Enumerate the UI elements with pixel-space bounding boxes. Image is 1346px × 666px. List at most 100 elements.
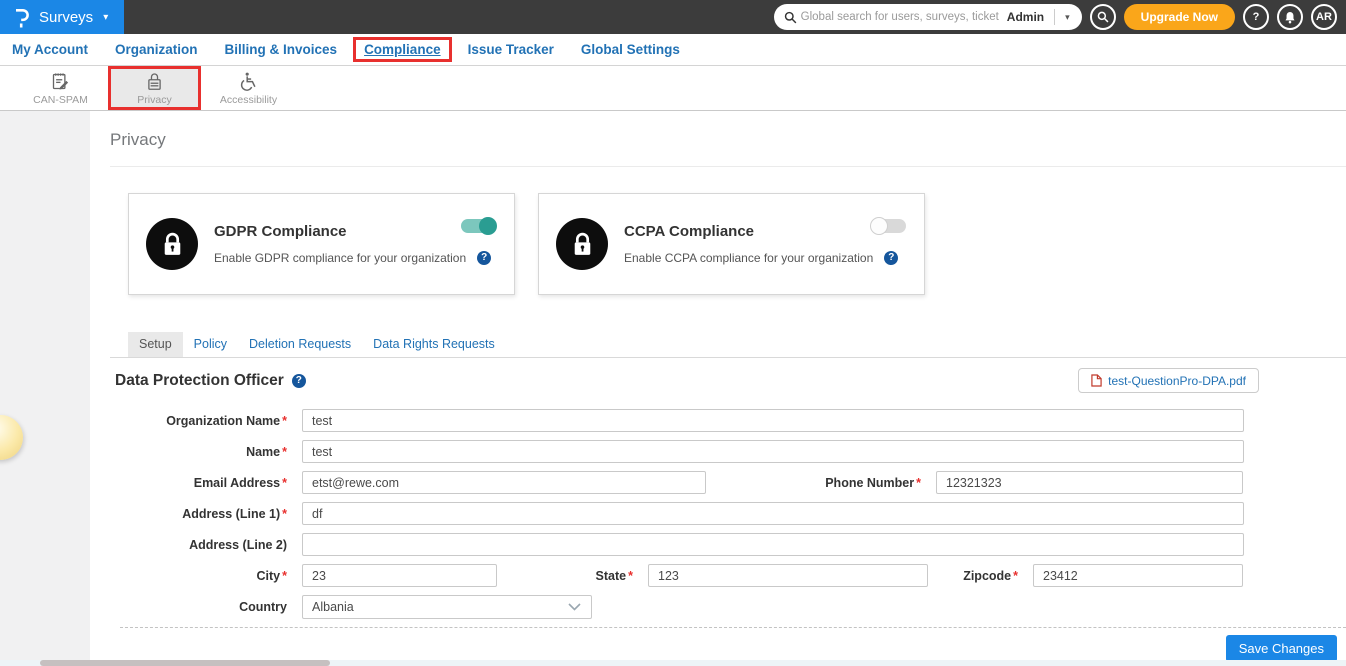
country-selected-value: Albania (312, 600, 354, 614)
save-row: Save Changes (90, 635, 1337, 662)
chevron-down-icon (568, 603, 581, 611)
address-line1-label: Address (Line 1)* (90, 507, 302, 521)
horizontal-scrollbar-thumb[interactable] (40, 660, 330, 666)
card-title: CCPA Compliance (624, 223, 907, 240)
address-line2-field[interactable] (302, 533, 1244, 556)
save-changes-button[interactable]: Save Changes (1226, 635, 1337, 662)
form-row: Email Address* Phone Number* (90, 471, 1346, 494)
horizontal-scrollbar (0, 660, 1346, 666)
toolbar-item-accessibility[interactable]: Accessibility (202, 66, 295, 110)
upgrade-now-button[interactable]: Upgrade Now (1124, 4, 1235, 30)
nav-item-global-settings[interactable]: Global Settings (581, 42, 680, 57)
tab-setup[interactable]: Setup (128, 332, 183, 357)
form-row: Name* (90, 440, 1346, 463)
state-field[interactable] (648, 564, 928, 587)
dpo-help-icon[interactable]: ? (292, 374, 306, 388)
topbar-actions: Admin ▾ Upgrade Now ? AR (774, 4, 1346, 30)
nav-item-organization[interactable]: Organization (115, 42, 198, 57)
dpo-form: Organization Name* Name* Email Address* … (90, 409, 1346, 619)
product-caret-down-icon: ▾ (103, 12, 108, 23)
phone-number-label: Phone Number* (706, 476, 936, 490)
avatar[interactable]: AR (1311, 4, 1337, 30)
gdpr-tabs: Setup Policy Deletion Requests Data Righ… (110, 332, 1346, 358)
nav-item-my-account[interactable]: My Account (12, 42, 88, 57)
wheelchair-icon (238, 71, 259, 92)
card-description-text: Enable CCPA compliance for your organiza… (624, 251, 873, 265)
lock-badge-icon (556, 218, 608, 270)
search-button[interactable] (1090, 4, 1116, 30)
pdf-file-icon (1091, 374, 1102, 387)
dpo-heading: Data Protection Officer ? (115, 372, 306, 390)
tab-deletion-requests[interactable]: Deletion Requests (238, 332, 362, 357)
tab-policy[interactable]: Policy (183, 332, 238, 357)
product-switcher[interactable]: Surveys ▾ (0, 0, 124, 34)
form-row: City* State* Zipcode* (90, 564, 1346, 587)
toolbar-item-label: Privacy (137, 94, 171, 106)
ccpa-help-icon[interactable]: ? (884, 251, 898, 265)
organization-name-field[interactable] (302, 409, 1244, 432)
document-pencil-icon (50, 71, 71, 92)
card-description: Enable GDPR compliance for your organiza… (214, 251, 497, 265)
global-search: Admin ▾ (774, 4, 1082, 30)
city-label: City* (90, 569, 302, 583)
bell-icon (1284, 11, 1296, 24)
state-label: State* (497, 569, 648, 583)
card-body: GDPR Compliance Enable GDPR compliance f… (214, 223, 497, 265)
form-row: Country Albania (90, 595, 1346, 619)
search-scope-caret-icon[interactable]: ▾ (1055, 12, 1082, 23)
nav-item-issue-tracker[interactable]: Issue Tracker (468, 42, 554, 57)
toolbar-item-label: CAN-SPAM (33, 94, 88, 106)
card-body: CCPA Compliance Enable CCPA compliance f… (624, 223, 907, 265)
toolbar-item-label: Accessibility (220, 94, 277, 106)
padlock-icon (145, 71, 164, 92)
dpa-pdf-button[interactable]: test-QuestionPro-DPA.pdf (1078, 368, 1259, 393)
address-line2-label: Address (Line 2) (90, 538, 302, 552)
global-search-input[interactable] (797, 11, 1003, 23)
page-title: Privacy (110, 130, 1346, 150)
card-description: Enable CCPA compliance for your organiza… (624, 251, 907, 265)
dpo-heading-text: Data Protection Officer (115, 372, 284, 390)
form-row: Address (Line 2) (90, 533, 1346, 556)
compliance-cards: GDPR Compliance Enable GDPR compliance f… (128, 193, 1346, 295)
email-address-label: Email Address* (90, 476, 302, 490)
dpo-section-header: Data Protection Officer ? test-QuestionP… (115, 368, 1259, 393)
name-label: Name* (90, 445, 302, 459)
gdpr-toggle[interactable] (461, 219, 496, 233)
privacy-panel: Privacy GDPR Compliance Enable GDPR comp… (90, 111, 1346, 666)
nav-item-billing-invoices[interactable]: Billing & Invoices (225, 42, 338, 57)
card-description-text: Enable GDPR compliance for your organiza… (214, 251, 466, 265)
top-bar: Surveys ▾ Admin ▾ Upgrade Now ? AR (0, 0, 1346, 34)
product-name: Surveys (39, 9, 93, 26)
phone-number-field[interactable] (936, 471, 1243, 494)
toggle-knob (870, 217, 888, 235)
gdpr-help-icon[interactable]: ? (477, 251, 491, 265)
help-button[interactable]: ? (1243, 4, 1269, 30)
toolbar-item-privacy[interactable]: Privacy (108, 66, 201, 110)
toggle-knob (479, 217, 497, 235)
organization-name-label: Organization Name* (90, 414, 302, 428)
name-field[interactable] (302, 440, 1244, 463)
country-label: Country (90, 600, 302, 614)
card-title: GDPR Compliance (214, 223, 497, 240)
notifications-button[interactable] (1277, 4, 1303, 30)
lock-badge-icon (146, 218, 198, 270)
search-icon (784, 11, 797, 24)
form-row: Address (Line 1)* (90, 502, 1346, 525)
tab-data-rights-requests[interactable]: Data Rights Requests (362, 332, 506, 357)
zipcode-field[interactable] (1033, 564, 1243, 587)
questionpro-logo-icon (14, 7, 30, 28)
account-nav: My Account Organization Billing & Invoic… (0, 34, 1346, 66)
form-divider (120, 627, 1346, 628)
gdpr-compliance-card: GDPR Compliance Enable GDPR compliance f… (128, 193, 515, 295)
nav-item-compliance[interactable]: Compliance (353, 37, 452, 62)
email-field[interactable] (302, 471, 706, 494)
address-line1-field[interactable] (302, 502, 1244, 525)
toolbar-item-can-spam[interactable]: CAN-SPAM (14, 66, 107, 110)
city-field[interactable] (302, 564, 497, 587)
dpa-pdf-label: test-QuestionPro-DPA.pdf (1108, 374, 1246, 388)
ccpa-toggle[interactable] (871, 219, 906, 233)
country-select[interactable]: Albania (302, 595, 592, 619)
search-scope-selector[interactable]: Admin (1003, 10, 1054, 24)
form-row: Organization Name* (90, 409, 1346, 432)
compliance-toolbar: CAN-SPAM Privacy Accessibility (0, 66, 1346, 111)
